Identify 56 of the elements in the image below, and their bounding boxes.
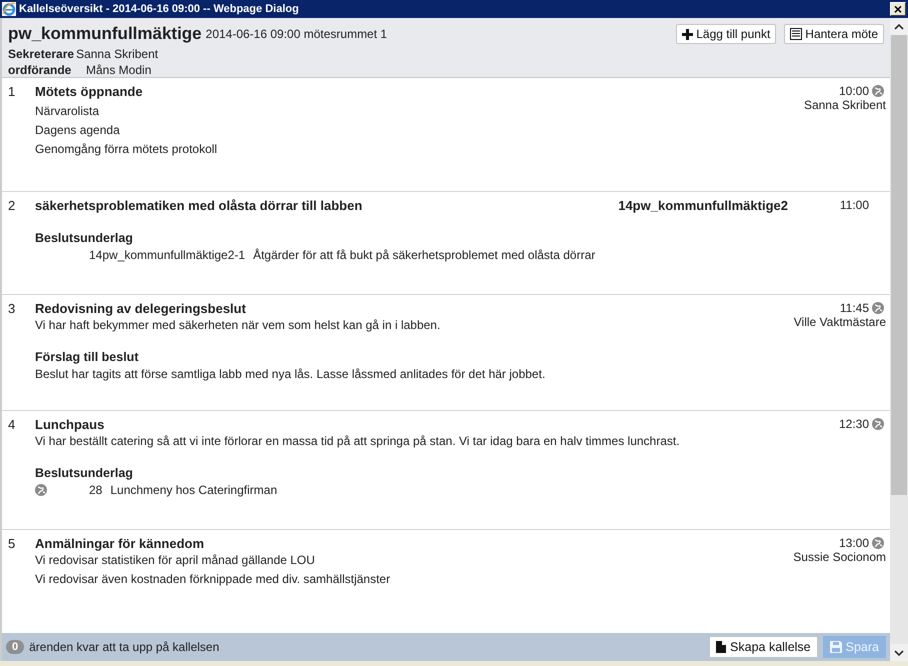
item-number: 2 <box>8 198 16 215</box>
window-title: Kallelseöversikt - 2014-06-16 09:00 -- Webpage Dialog <box>19 3 300 15</box>
item-time: 10:00 <box>838 84 869 98</box>
item-text: Dagens agenda <box>35 123 121 137</box>
count-badge: 0 <box>6 640 24 654</box>
plus-icon <box>682 28 694 40</box>
item-text: Närvarolista <box>35 104 100 118</box>
item-text: Vi redovisar även kostnaden förknippade med div. samhällstjänster <box>35 572 392 586</box>
attachment-code: 28 <box>89 483 102 497</box>
document-icon <box>716 641 726 653</box>
item-description: Vi har beställt catering så att vi inte förlorar en massa tid på att springa på stan. Vi tar idag bara en halv timmes lunchrast. <box>35 434 681 448</box>
item-time: 13:00 <box>838 536 869 550</box>
meeting-title: pw_kommunfullmäktige <box>8 24 202 44</box>
footer-text: ärenden kvar att ta upp på kallelsen <box>29 640 220 654</box>
item-number: 5 <box>8 536 16 553</box>
presenter-name: Ville Vaktmästare <box>794 315 886 329</box>
scroll-thumb[interactable] <box>891 35 907 495</box>
item-text: Genomgång förra mötets protokoll <box>35 142 218 156</box>
create-notice-button[interactable]: Skapa kallelse <box>709 636 818 658</box>
section-heading: Beslutsunderlag <box>35 466 134 480</box>
manage-meeting-button[interactable]: Hantera möte <box>784 24 884 44</box>
save-icon <box>830 641 842 653</box>
section-heading: Förslag till beslut <box>35 350 140 364</box>
presenter-name: Sussie Socionom <box>793 550 886 564</box>
item-title[interactable]: Mötets öppnande <box>35 84 143 99</box>
item-time: 11:45 <box>840 301 869 315</box>
item-description: Vi har haft bekymmer med säkerheten när vem som helst kan gå in i labben. <box>35 318 442 332</box>
item-title[interactable]: säkerhetsproblematiken med olåsta dörrar till labben <box>35 198 362 213</box>
case-number: 14pw_kommunfullmäktige2 <box>618 198 788 213</box>
scrollbar[interactable] <box>890 18 908 661</box>
item-number: 1 <box>8 84 16 101</box>
item-title[interactable]: Redovisning av delegeringsbeslut <box>35 301 246 316</box>
section-text: Beslut har tagits att förse samtliga labb med nya lås. Lasse låssmed anlitades för det här jobbet. <box>35 367 546 381</box>
role-label: Sekreterare <box>8 46 74 62</box>
meeting-subtitle: 2014-06-16 09:00 mötesrummet 1 <box>206 27 388 41</box>
close-button[interactable]: × <box>890 2 906 16</box>
item-time: 12:30 <box>838 417 869 431</box>
browser-logo-icon <box>2 2 16 16</box>
role-name: Måns Modin <box>86 62 152 78</box>
item-description: Vi redovisar statistiken för april månad gällande LOU <box>35 553 316 567</box>
attachment-link[interactable]: Åtgärder för att få bukt på säkerhetsproblemet med olåsta dörrar <box>253 248 596 262</box>
list-icon <box>790 28 802 40</box>
scroll-up-icon[interactable] <box>890 18 908 35</box>
role-label: ordförande <box>8 62 72 78</box>
item-title[interactable]: Lunchpaus <box>35 417 104 432</box>
attachment-link[interactable]: Lunchmeny hos Cateringfirman <box>110 483 278 497</box>
item-time: 11:00 <box>840 198 869 212</box>
add-item-button[interactable]: Lägg till punkt <box>676 24 776 44</box>
attachment-code: 14pw_kommunfullmäktige2-1 <box>89 248 246 262</box>
scroll-down-icon[interactable] <box>890 644 908 661</box>
item-number: 4 <box>8 417 16 434</box>
item-number: 3 <box>8 301 16 318</box>
role-name: Sanna Skribent <box>76 46 158 62</box>
section-heading: Beslutsunderlag <box>35 231 134 245</box>
item-title[interactable]: Anmälningar för kännedom <box>35 536 204 551</box>
presenter-name: Sanna Skribent <box>804 98 886 112</box>
